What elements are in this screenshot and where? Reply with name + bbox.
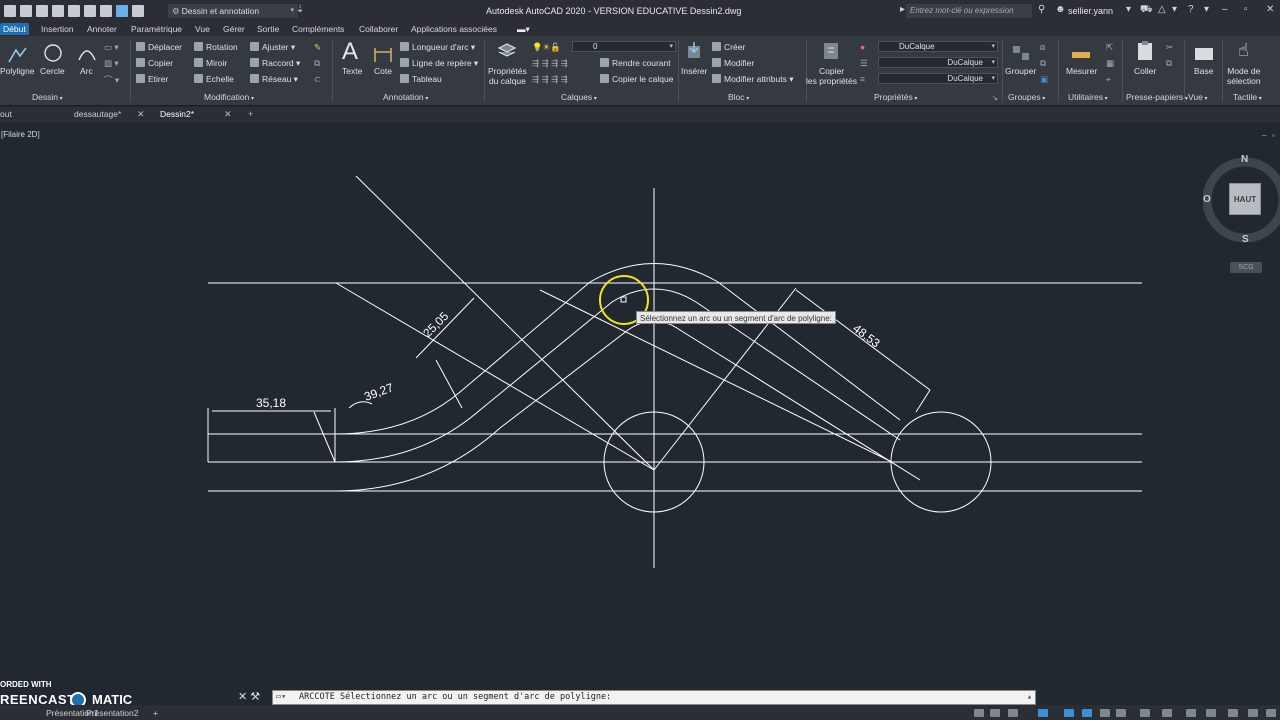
command-line[interactable]: ▭▾ ARCCOTE Sélectionnez un arc ou un seg… xyxy=(272,690,1036,705)
diagonal-line[interactable] xyxy=(355,175,655,471)
otrack-icon[interactable] xyxy=(1082,709,1092,717)
units-icon[interactable] xyxy=(1206,709,1216,717)
command-name: ARCCOTE xyxy=(299,692,335,702)
workspace-switch-icon[interactable] xyxy=(1186,709,1196,717)
add-layout-icon[interactable]: + xyxy=(153,708,158,718)
command-prompt: Sélectionnez un arc ou un segment d'arc … xyxy=(339,692,612,702)
dimension-text-35[interactable]: 35,18 xyxy=(256,396,286,410)
viewcube[interactable]: N O S HAUT xyxy=(1203,152,1280,250)
dimension-text-48[interactable]: 48,53 xyxy=(850,321,883,350)
grid-icon[interactable] xyxy=(974,709,984,717)
ortho-icon[interactable] xyxy=(1008,709,1018,717)
lineweight-toggle-icon[interactable] xyxy=(1100,709,1110,717)
customize-icon[interactable] xyxy=(1266,709,1276,717)
annotation-scale-icon[interactable] xyxy=(1162,709,1172,717)
fullscreen-icon[interactable] xyxy=(1248,709,1258,717)
wrench-icon[interactable]: ⚒ xyxy=(250,691,260,703)
compass-south[interactable]: S xyxy=(1242,234,1249,245)
close-icon[interactable]: ✕ xyxy=(238,691,247,703)
layout-tab-presentation2[interactable]: Présentation2 xyxy=(86,708,138,718)
profile-curve-outer[interactable] xyxy=(334,263,901,435)
dimension-text-25[interactable]: 25,05 xyxy=(420,309,451,340)
command-menu-icon[interactable]: ▭▾ xyxy=(276,691,286,704)
dimension-text-39[interactable]: 39,27 xyxy=(362,380,395,404)
command-tooltip: Sélectionnez un arc ou un segment d'arc … xyxy=(636,311,836,324)
osnap-icon[interactable] xyxy=(1064,709,1074,717)
command-history-icon[interactable]: ▴ xyxy=(1027,691,1032,704)
ucs-menu[interactable]: SCG xyxy=(1230,262,1262,273)
selection-cycling-icon[interactable] xyxy=(1140,709,1150,717)
transparency-icon[interactable] xyxy=(1116,709,1126,717)
status-bar: Présentation1 Présentation2 + xyxy=(0,705,1280,720)
diagonal-line[interactable] xyxy=(335,282,655,471)
profile-curve-inner[interactable] xyxy=(334,320,921,492)
compass-north[interactable]: N xyxy=(1241,154,1248,165)
polar-icon[interactable] xyxy=(1038,709,1048,717)
snap-icon[interactable] xyxy=(990,709,1000,717)
compass-west[interactable]: O xyxy=(1203,194,1211,205)
drawing-canvas[interactable]: 35,18 39,27 25,05 48,53 xyxy=(0,0,1280,720)
isolate-icon[interactable] xyxy=(1228,709,1238,717)
viewcube-top-face[interactable]: HAUT xyxy=(1229,183,1261,215)
extension-line[interactable] xyxy=(313,411,336,463)
command-line-tools: ✕ ⚒ xyxy=(238,690,260,703)
watermark-text: ORDED WITH xyxy=(0,680,52,689)
extension-line[interactable] xyxy=(915,389,931,413)
pick-box-cursor xyxy=(620,296,627,303)
